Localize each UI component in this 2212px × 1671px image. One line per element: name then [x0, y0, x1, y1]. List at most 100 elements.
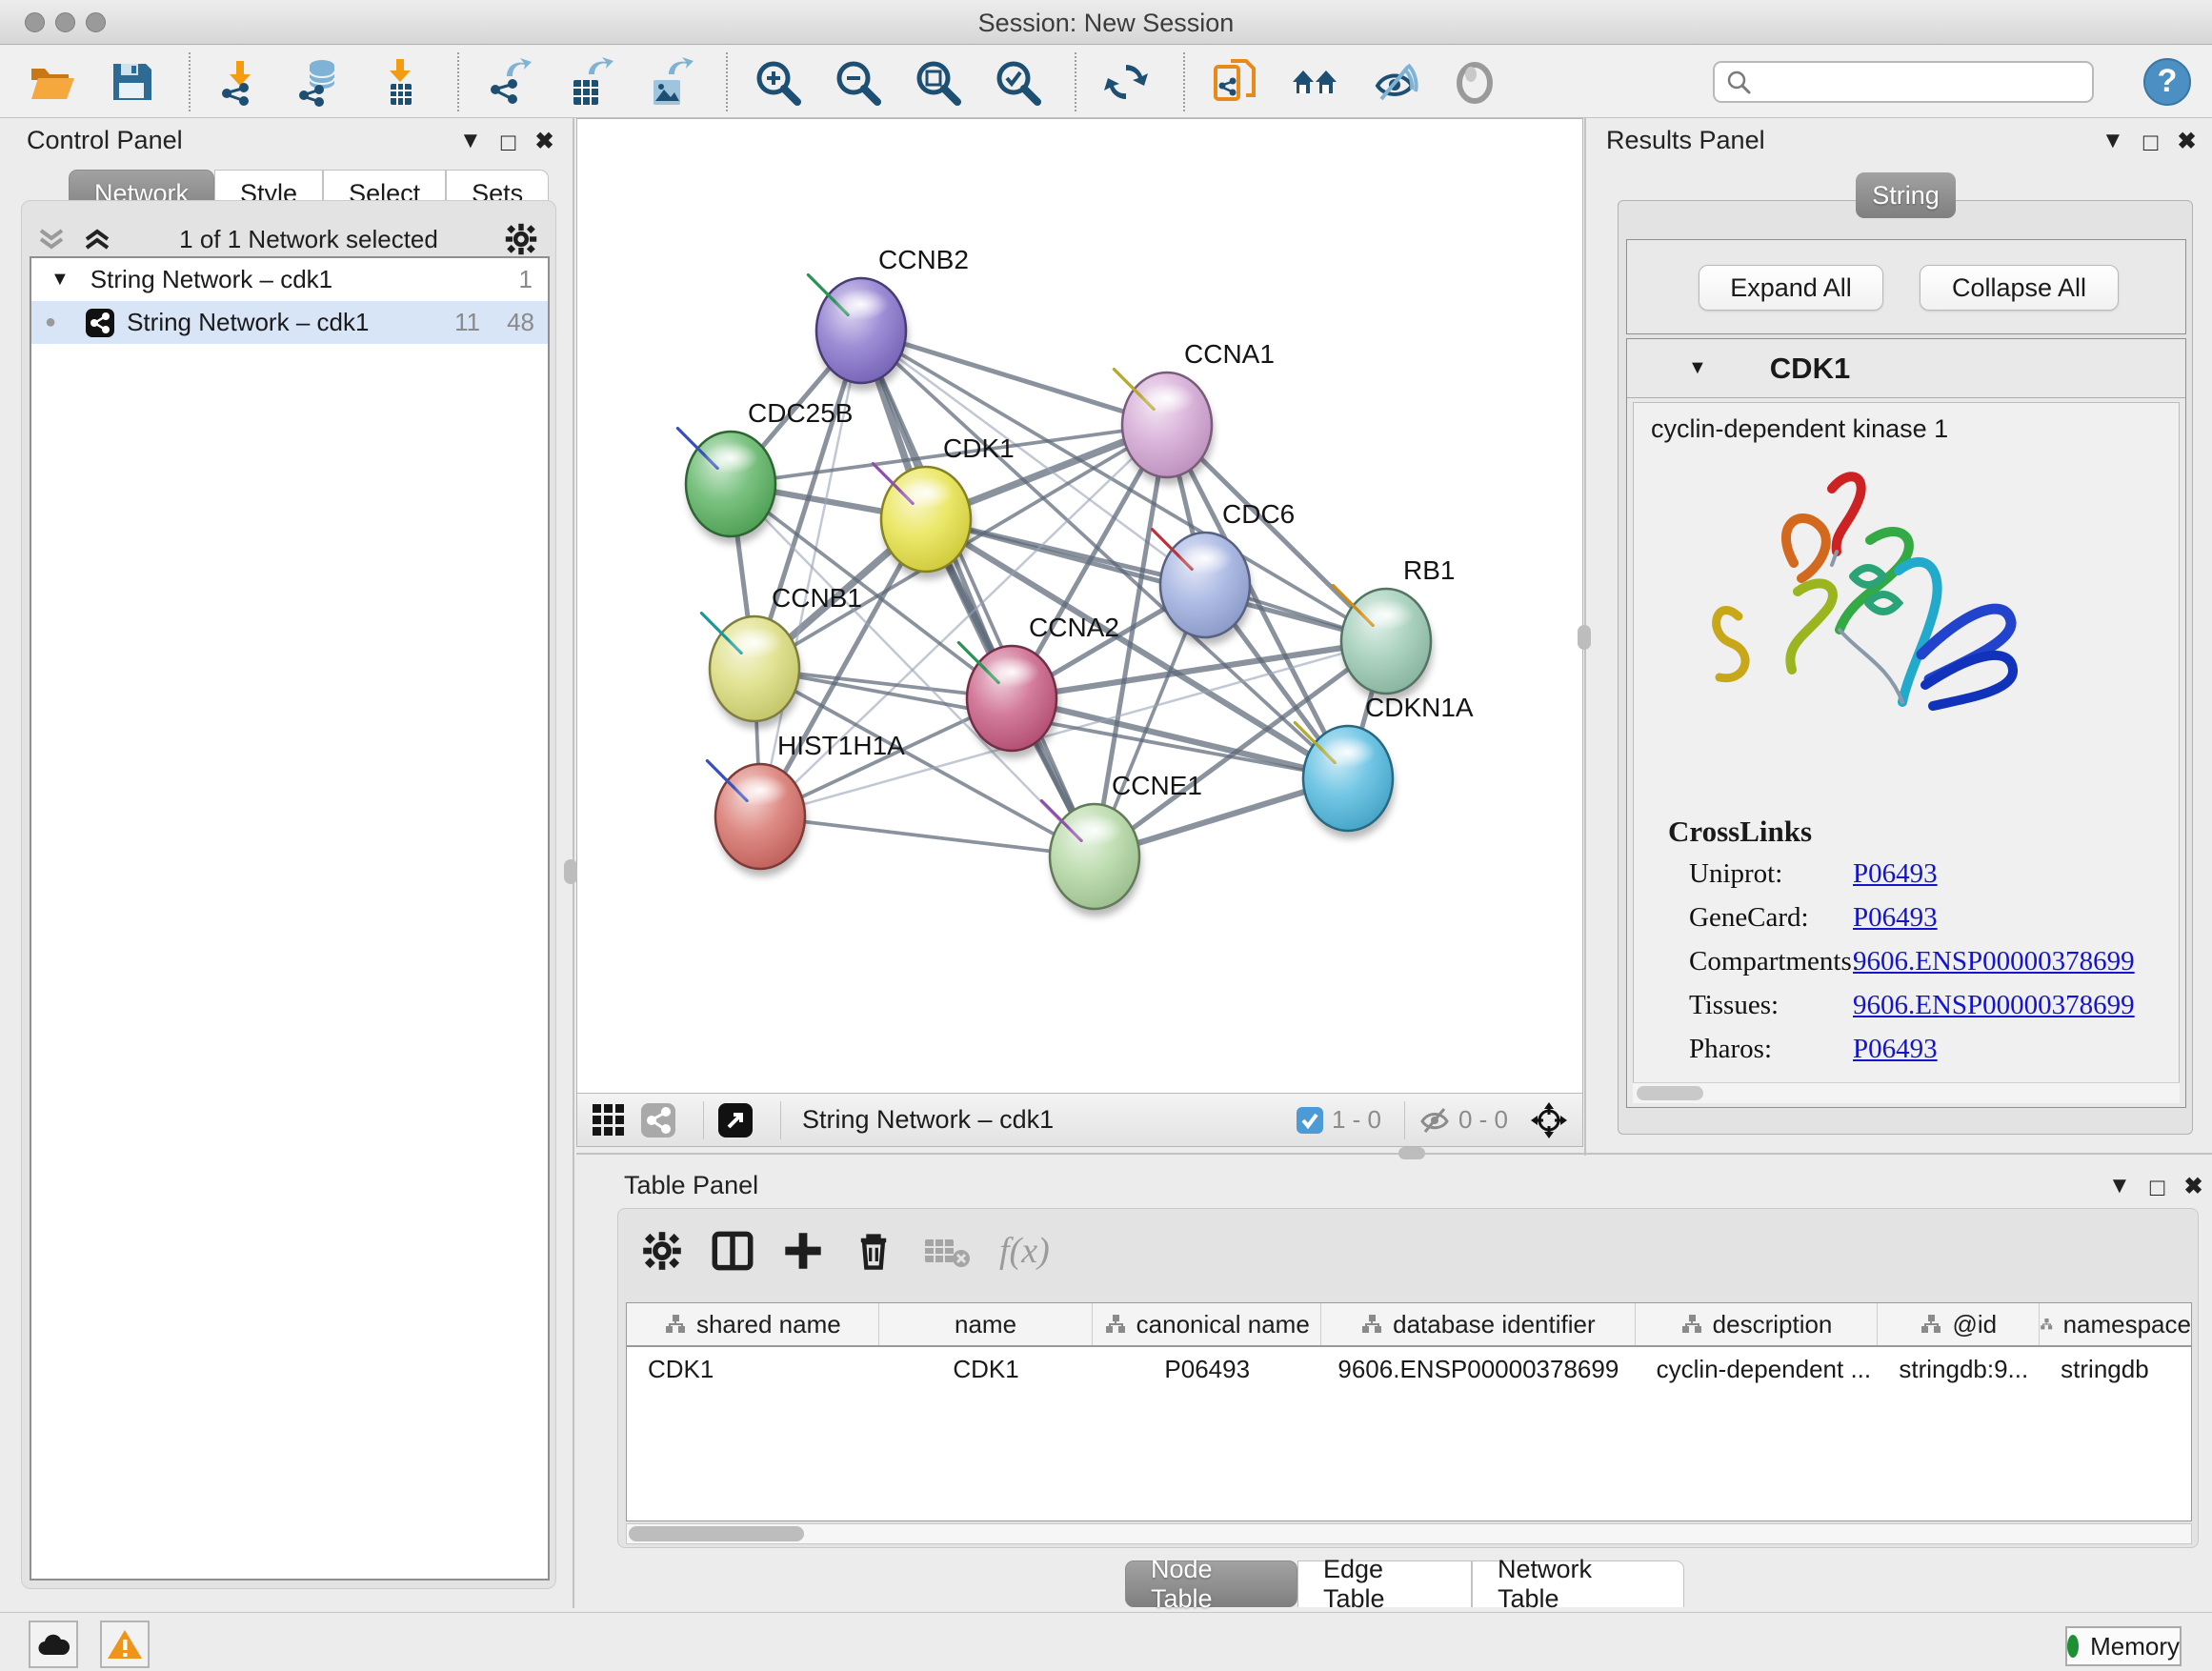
- right-splitter-handle[interactable]: [1578, 625, 1591, 650]
- tab-node-table[interactable]: Node Table: [1125, 1560, 1297, 1607]
- node-label-CCNB2: CCNB2: [878, 245, 969, 274]
- detach-view-icon[interactable]: [717, 1102, 754, 1138]
- table-row[interactable]: CDK1 CDK1 P06493 9606.ENSP00000378699 cy…: [627, 1347, 2191, 1391]
- zoom-in-icon[interactable]: [753, 57, 802, 107]
- node-label-CCNB1: CCNB1: [772, 583, 862, 613]
- results-panel-menu-icon[interactable]: ▼: [2101, 128, 2124, 157]
- hidden-items-eye-icon[interactable]: [1418, 1106, 1451, 1135]
- warning-status-button[interactable]: [100, 1621, 150, 1668]
- network-list-box: 1 of 1 Network selected: [21, 200, 556, 1589]
- zoom-out-icon[interactable]: [833, 57, 882, 107]
- search-input[interactable]: [1753, 68, 2067, 96]
- scrollbar-thumb[interactable]: [629, 1526, 804, 1541]
- help-button[interactable]: ?: [2143, 58, 2191, 106]
- network-node-CDKN1A[interactable]: CDKN1A: [1295, 693, 1474, 838]
- expand-all-networks-icon[interactable]: [81, 227, 113, 252]
- results-horizontal-scrollbar[interactable]: [1633, 1082, 2180, 1103]
- table-panel-close-icon[interactable]: ✖: [2183, 1173, 2202, 1202]
- control-panel-float-icon[interactable]: □: [501, 128, 516, 157]
- export-image-icon[interactable]: [644, 57, 694, 107]
- control-panel-close-icon[interactable]: ✖: [534, 128, 553, 157]
- left-splitter-handle[interactable]: [564, 859, 577, 884]
- network-label: String Network – cdk1: [127, 308, 369, 337]
- open-session-icon[interactable]: [27, 57, 76, 107]
- column-header[interactable]: database identifier: [1321, 1303, 1636, 1345]
- column-header[interactable]: shared name: [627, 1303, 879, 1345]
- network-node-CCNA1[interactable]: CCNA1: [1114, 339, 1275, 485]
- save-session-icon[interactable]: [107, 57, 156, 107]
- refresh-layout-icon[interactable]: [1101, 57, 1151, 107]
- table-panel-title: Table Panel: [624, 1171, 758, 1200]
- network-edge-count: 48: [507, 308, 534, 337]
- selected-items-checkbox-icon[interactable]: [1296, 1106, 1324, 1135]
- crosslink-link[interactable]: 9606.ENSP00000378699: [1853, 946, 2135, 977]
- network-view-icon[interactable]: [640, 1102, 676, 1138]
- crosslink-link[interactable]: P06493: [1853, 1034, 1938, 1065]
- results-panel-close-icon[interactable]: ✖: [2177, 128, 2196, 157]
- delete-table-icon[interactable]: [923, 1230, 971, 1272]
- show-columns-icon[interactable]: [712, 1230, 754, 1272]
- crosslink-link[interactable]: P06493: [1853, 902, 1938, 934]
- network-collection-row[interactable]: ▼ String Network – cdk1 1: [31, 258, 548, 301]
- bottom-splitter-handle[interactable]: [1398, 1147, 1425, 1159]
- collapse-all-button[interactable]: Collapse All: [1920, 265, 2119, 311]
- network-edge[interactable]: [926, 519, 1386, 641]
- tab-edge-table[interactable]: Edge Table: [1297, 1560, 1472, 1607]
- control-panel-title: Control Panel: [27, 126, 183, 155]
- delete-column-icon[interactable]: [853, 1230, 895, 1272]
- table-horizontal-scrollbar[interactable]: [626, 1523, 2192, 1544]
- table-header-row: shared name name canonical name database…: [627, 1303, 2191, 1347]
- column-header[interactable]: description: [1636, 1303, 1879, 1345]
- grid-view-icon[interactable]: [591, 1102, 627, 1138]
- export-table-icon[interactable]: [564, 57, 613, 107]
- gray-orb-icon[interactable]: [1450, 57, 1499, 107]
- cloud-status-button[interactable]: [29, 1621, 78, 1668]
- search-field[interactable]: [1713, 61, 2094, 103]
- function-builder-button[interactable]: f(x): [999, 1230, 1050, 1272]
- add-column-icon[interactable]: [782, 1230, 824, 1272]
- network-graph[interactable]: CCNB2CCNA1CDC25BCDK1CDC6RB1CCNB1CCNA2CDK…: [577, 119, 1582, 1093]
- tab-string[interactable]: String: [1856, 172, 1956, 218]
- zoom-selected-icon[interactable]: [993, 57, 1042, 107]
- network-options-gear-icon[interactable]: [504, 222, 538, 256]
- import-network-from-database-icon[interactable]: [295, 57, 345, 107]
- tree-collapse-icon[interactable]: ▼: [50, 269, 70, 291]
- column-header[interactable]: @id: [1878, 1303, 2040, 1345]
- table-panel-menu-icon[interactable]: ▼: [2108, 1173, 2131, 1202]
- network-row[interactable]: ● String Network – cdk1 11 48: [31, 301, 548, 344]
- toolbar-separator: [1404, 1101, 1405, 1139]
- bottom-splitter[interactable]: [576, 1153, 2212, 1155]
- table-options-gear-icon[interactable]: [641, 1230, 683, 1272]
- import-table-icon[interactable]: [375, 57, 425, 107]
- table-panel-float-icon[interactable]: □: [2150, 1173, 2165, 1202]
- column-header[interactable]: canonical name: [1093, 1303, 1321, 1345]
- crosslink-link[interactable]: 9606.ENSP00000378699: [1853, 990, 2135, 1021]
- network-node-RB1[interactable]: RB1: [1333, 555, 1455, 701]
- entry-collapse-icon[interactable]: ▼: [1688, 357, 1707, 379]
- network-node-CCNB2[interactable]: CCNB2: [808, 245, 969, 391]
- hide-show-eye-icon[interactable]: [1370, 57, 1419, 107]
- results-panel-float-icon[interactable]: □: [2143, 128, 2159, 157]
- zoom-fit-icon[interactable]: [913, 57, 962, 107]
- memory-button[interactable]: Memory: [2065, 1626, 2182, 1666]
- node-table: shared name name canonical name database…: [626, 1302, 2192, 1521]
- gene-entry-header[interactable]: ▼ CDK1: [1627, 339, 2185, 398]
- network-node-CCNB1[interactable]: CCNB1: [701, 583, 862, 729]
- crosslink-link[interactable]: P06493: [1853, 858, 1938, 890]
- expand-all-button[interactable]: Expand All: [1699, 265, 1883, 311]
- export-network-icon[interactable]: [484, 57, 533, 107]
- node-label-CCNA2: CCNA2: [1029, 613, 1119, 642]
- network-edge[interactable]: [760, 816, 1095, 856]
- collapse-all-networks-icon[interactable]: [35, 227, 68, 252]
- column-header[interactable]: namespace: [2040, 1303, 2191, 1345]
- column-header[interactable]: name: [879, 1303, 1094, 1345]
- network-canvas[interactable]: CCNB2CCNA1CDC25BCDK1CDC6RB1CCNB1CCNA2CDK…: [576, 118, 1583, 1147]
- houses-icon[interactable]: [1290, 57, 1339, 107]
- scrollbar-thumb[interactable]: [1637, 1086, 1703, 1100]
- tab-network-table[interactable]: Network Table: [1472, 1560, 1684, 1607]
- network-node-CDC6[interactable]: CDC6: [1152, 499, 1295, 645]
- control-panel-menu-icon[interactable]: ▼: [459, 128, 482, 157]
- navigator-crosshair-icon[interactable]: [1529, 1100, 1569, 1140]
- import-network-icon[interactable]: [215, 57, 265, 107]
- clone-network-icon[interactable]: [1210, 57, 1259, 107]
